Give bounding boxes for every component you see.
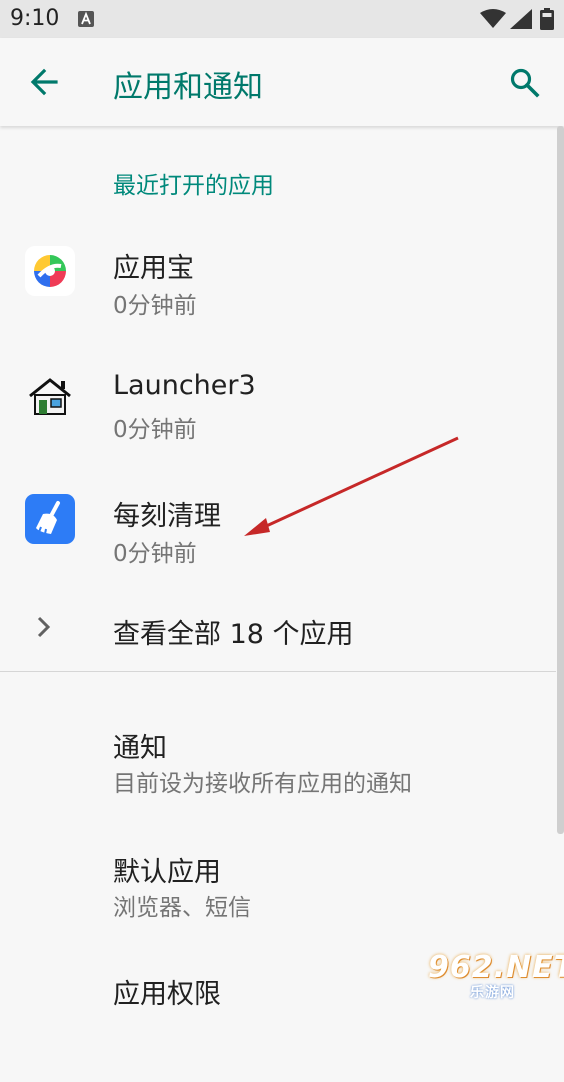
status-time: 9:10 <box>10 6 60 31</box>
pref-default-apps[interactable]: 默认应用 浏览器、短信 <box>0 850 556 960</box>
app-bar: 应用和通知 <box>0 38 564 126</box>
app-name: 每刻清理 <box>113 501 221 532</box>
see-all-apps-button[interactable]: 查看全部 18 个应用 <box>0 590 556 666</box>
search-button[interactable] <box>500 60 548 104</box>
pref-notifications[interactable]: 通知 目前设为接收所有应用的通知 <box>0 726 556 836</box>
app-last-used: 0分钟前 <box>113 541 197 567</box>
pref-title: 应用权限 <box>113 979 221 1010</box>
watermark-sub: 乐游网 <box>470 985 515 1001</box>
house-icon <box>25 370 75 420</box>
pref-title: 通知 <box>113 733 167 764</box>
scrollbar[interactable] <box>557 126 564 834</box>
yingyongbao-icon <box>25 246 75 296</box>
notification-a-icon <box>78 11 94 31</box>
wifi-icon <box>480 9 506 33</box>
status-bar: 9:10 <box>0 0 564 38</box>
arrow-back-icon <box>30 68 58 96</box>
battery-icon <box>540 8 554 34</box>
watermark-main: 962.NET <box>428 950 564 985</box>
back-button[interactable] <box>20 60 68 104</box>
signal-icon <box>510 9 532 33</box>
recent-app-item[interactable]: Launcher3 0分钟前 <box>0 370 556 490</box>
watermark-logo: 962.NET 乐游网 <box>426 950 564 1001</box>
chevron-right-icon <box>32 612 56 646</box>
section-divider <box>0 671 556 672</box>
app-last-used: 0分钟前 <box>113 293 197 319</box>
see-all-apps-label: 查看全部 18 个应用 <box>113 619 354 650</box>
pref-title: 默认应用 <box>113 857 221 888</box>
app-last-used: 0分钟前 <box>113 417 197 443</box>
app-name: Launcher3 <box>113 370 256 401</box>
recent-apps-header: 最近打开的应用 <box>113 173 274 199</box>
pref-summary: 目前设为接收所有应用的通知 <box>113 771 412 797</box>
broom-icon <box>25 494 75 544</box>
recent-app-item[interactable]: 应用宝 0分钟前 <box>0 246 556 366</box>
search-icon <box>510 68 540 98</box>
page-title: 应用和通知 <box>113 70 263 105</box>
app-name: 应用宝 <box>113 253 194 284</box>
pref-summary: 浏览器、短信 <box>113 895 251 921</box>
